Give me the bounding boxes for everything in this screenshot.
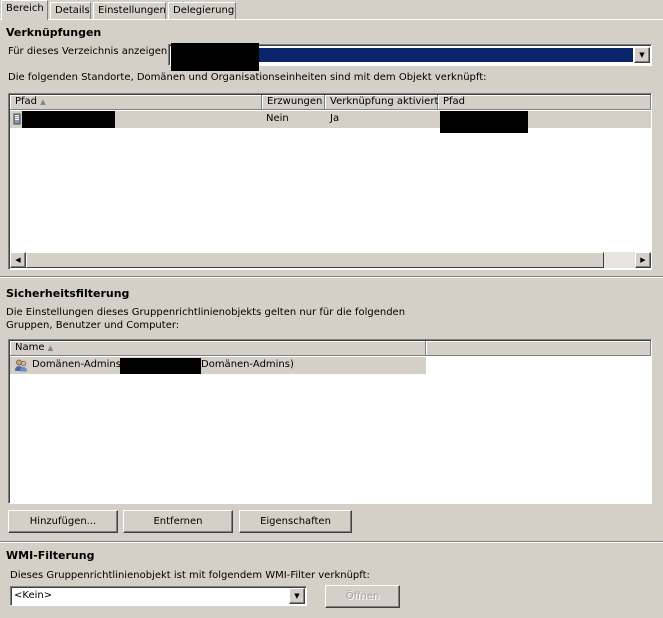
section-divider	[0, 276, 663, 278]
column-header-enforced[interactable]: Erzwungen	[262, 95, 325, 110]
tab-label: Einstellungen	[98, 5, 166, 16]
tab-bereich[interactable]: Bereich	[1, 0, 48, 20]
security-description-2: Gruppen, Benutzer und Computer:	[6, 320, 180, 331]
wmi-description: Dieses Gruppenrichtlinienobjekt ist mit …	[10, 570, 370, 581]
row-enforced: Nein	[266, 113, 289, 124]
row-enabled: Ja	[330, 113, 340, 124]
links-description: Die folgenden Standorte, Domänen und Org…	[8, 72, 487, 83]
header-label: Name	[15, 342, 45, 353]
chevron-down-icon[interactable]: ▼	[289, 588, 305, 604]
directory-dropdown[interactable]: ▼	[168, 43, 652, 71]
redacted-directory	[171, 43, 259, 71]
open-button[interactable]: Öffnen	[325, 585, 400, 608]
links-list[interactable]: Pfad ▲ Erzwungen Verknüpfung aktiviert P…	[8, 93, 652, 270]
header-label: Pfad	[443, 96, 466, 107]
sort-up-icon: ▲	[40, 98, 46, 106]
column-header-name[interactable]: Name ▲	[10, 341, 426, 356]
tab-label: Bereich	[6, 3, 44, 14]
remove-button[interactable]: Entfernen	[123, 510, 233, 533]
table-row[interactable]: Domänen-Admins Domänen-Admins)	[10, 357, 426, 374]
security-description-1: Die Einstellungen dieses Gruppenrichtlin…	[6, 307, 406, 318]
scrollbar-thumb[interactable]	[26, 252, 604, 268]
column-header-path[interactable]: Pfad ▲	[10, 95, 262, 110]
redacted-path	[22, 111, 115, 128]
chevron-down-icon[interactable]: ▼	[634, 47, 650, 63]
wmi-section-title: WMI-Filterung	[6, 549, 95, 562]
group-name-suffix: Domänen-Admins)	[201, 359, 294, 370]
sort-up-icon: ▲	[47, 344, 54, 352]
header-label: Pfad	[15, 96, 38, 107]
group-name-prefix: Domänen-Admins	[32, 359, 121, 370]
header-label: Erzwungen	[267, 96, 323, 107]
horizontal-scrollbar[interactable]: ◀ ▶	[10, 252, 651, 268]
column-header-link-enabled[interactable]: Verknüpfung aktiviert	[325, 95, 438, 110]
tab-details[interactable]: Details	[50, 2, 91, 19]
column-header-empty[interactable]	[426, 341, 651, 356]
properties-button[interactable]: Eigenschaften	[239, 510, 352, 533]
column-header-path-2[interactable]: Pfad	[438, 95, 651, 110]
header-label: Verknüpfung aktiviert	[330, 96, 439, 107]
section-divider	[0, 541, 663, 543]
tab-strip-line	[0, 19, 663, 20]
table-row[interactable]: Nein Ja	[10, 111, 651, 133]
links-section-title: Verknüpfungen	[6, 26, 102, 39]
wmi-filter-dropdown[interactable]: <Kein> ▼	[10, 586, 307, 606]
redacted-path-2	[440, 111, 528, 133]
tab-label: Delegierung	[173, 5, 235, 16]
add-button[interactable]: Hinzufügen...	[8, 510, 118, 533]
show-directory-label: Für dieses Verzeichnis anzeigen:	[8, 46, 171, 57]
scroll-right-icon[interactable]: ▶	[635, 252, 651, 268]
dropdown-selection-highlight	[257, 48, 633, 62]
group-users-icon	[14, 359, 28, 372]
wmi-selected-value: <Kein>	[14, 590, 53, 601]
security-section-title: Sicherheitsfilterung	[6, 287, 130, 300]
tab-delegierung[interactable]: Delegierung	[168, 2, 236, 19]
tab-label: Details	[55, 5, 90, 16]
redacted-domain	[120, 358, 201, 374]
security-list[interactable]: Name ▲ Domänen-Admins Domänen-Admins)	[8, 339, 652, 504]
tab-einstellungen[interactable]: Einstellungen	[93, 2, 166, 19]
scroll-left-icon[interactable]: ◀	[10, 252, 26, 268]
